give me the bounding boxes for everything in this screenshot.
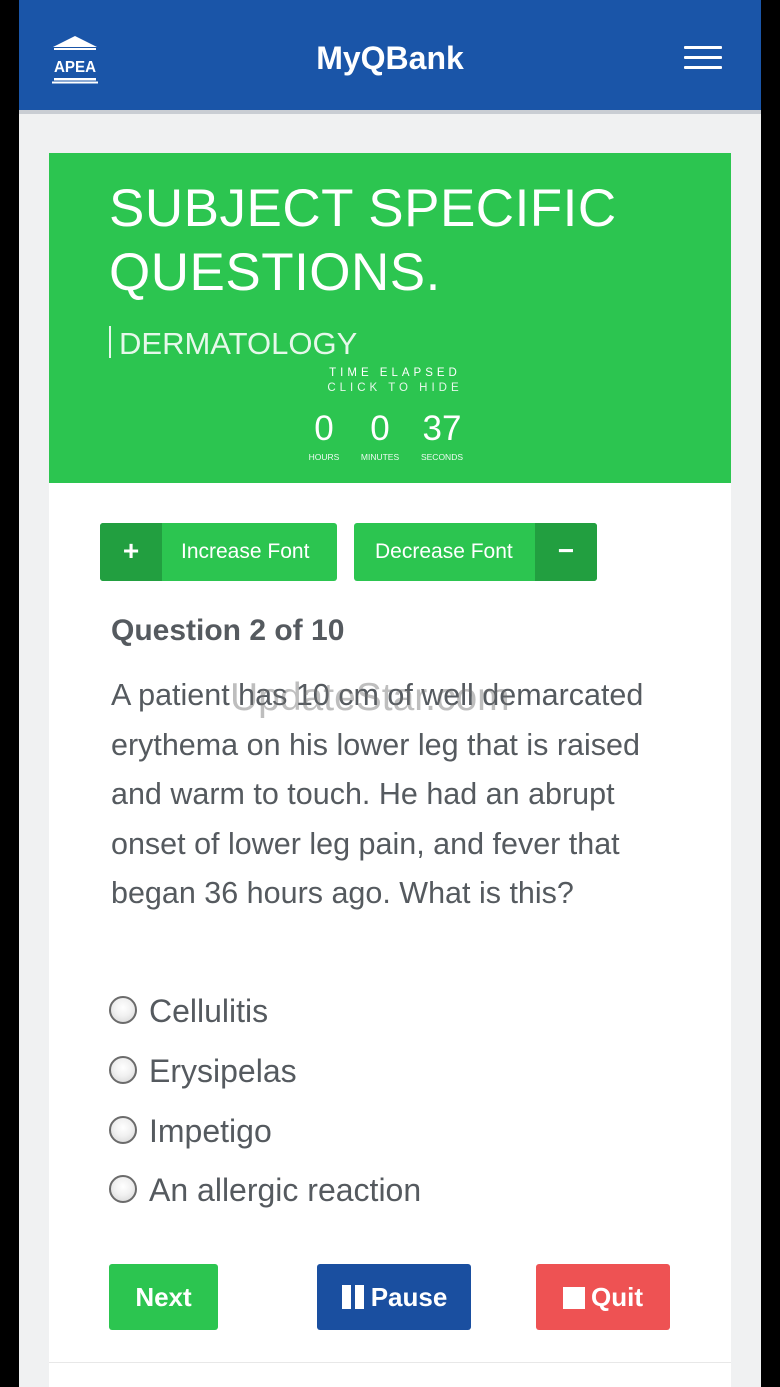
app-screen: APEA MyQBank SUBJECT SPECIFIC QUESTIONS.… [19, 0, 761, 1387]
subject-name: DERMATOLOGY [109, 325, 357, 363]
answer-label: Erysipelas [149, 1053, 297, 1089]
question-counter: Question 2 of 10 [111, 614, 345, 647]
timer-seconds: 37 SECONDS [412, 407, 472, 463]
timer-hours-value: 0 [314, 409, 334, 448]
quit-button[interactable]: Quit [536, 1264, 670, 1330]
answer-option[interactable]: Cellulitis [109, 991, 329, 1035]
hamburger-menu-icon[interactable] [684, 46, 722, 70]
increase-font-button[interactable]: + Increase Font [100, 523, 337, 581]
timer-seconds-value: 37 [422, 409, 462, 448]
answer-label: Impetigo [149, 1113, 272, 1149]
radio-button[interactable] [109, 1116, 137, 1144]
page-title: SUBJECT SPECIFIC QUESTIONS. [109, 179, 617, 302]
pause-button[interactable]: Pause [317, 1264, 471, 1330]
divider-bar [109, 326, 111, 358]
timer-hide-hint: CLICK TO HIDE [327, 382, 463, 394]
radio-button[interactable] [109, 996, 137, 1024]
next-button[interactable]: Next [109, 1264, 218, 1330]
pause-label: Pause [370, 1282, 448, 1312]
timer-heading: TIME ELAPSED [329, 367, 461, 379]
answer-option[interactable]: An allergic reaction [109, 1170, 439, 1214]
radio-button[interactable] [109, 1175, 137, 1203]
radio-button[interactable] [109, 1056, 137, 1084]
timer-minutes-label: MINUTES [360, 452, 400, 462]
subject-label: DERMATOLOGY [119, 326, 358, 361]
increase-font-label: Increase Font [181, 540, 310, 563]
plus-icon: + [100, 523, 162, 581]
timer-hours: 0 HOURS [294, 407, 354, 463]
timer-toggle[interactable]: TIME ELAPSED CLICK TO HIDE [295, 366, 495, 396]
pause-icon [341, 1267, 365, 1333]
question-card: SUBJECT SPECIFIC QUESTIONS. DERMATOLOGY … [49, 153, 731, 1387]
stop-square-icon [563, 1267, 585, 1333]
decrease-font-button[interactable]: Decrease Font − [354, 523, 597, 581]
answer-option[interactable]: Impetigo [109, 1111, 329, 1155]
answer-label: Cellulitis [149, 993, 269, 1029]
subject-header: SUBJECT SPECIFIC QUESTIONS. DERMATOLOGY … [49, 153, 731, 483]
timer-seconds-label: SECONDS [420, 452, 464, 462]
watermark: UpdateStar.com [230, 676, 510, 719]
timer-minutes: 0 MINUTES [350, 407, 410, 463]
top-navbar: APEA MyQBank [19, 0, 761, 114]
bottom-divider [49, 1362, 731, 1363]
timer-hours-label: HOURS [308, 452, 340, 462]
answer-option[interactable]: Erysipelas [109, 1051, 349, 1095]
next-label: Next [135, 1282, 192, 1312]
app-title: MyQBank [316, 40, 464, 76]
timer-minutes-value: 0 [370, 409, 390, 448]
decrease-font-label: Decrease Font [375, 540, 513, 563]
answer-label: An allergic reaction [149, 1172, 422, 1208]
quit-label: Quit [591, 1282, 643, 1312]
minus-icon: − [535, 523, 597, 581]
